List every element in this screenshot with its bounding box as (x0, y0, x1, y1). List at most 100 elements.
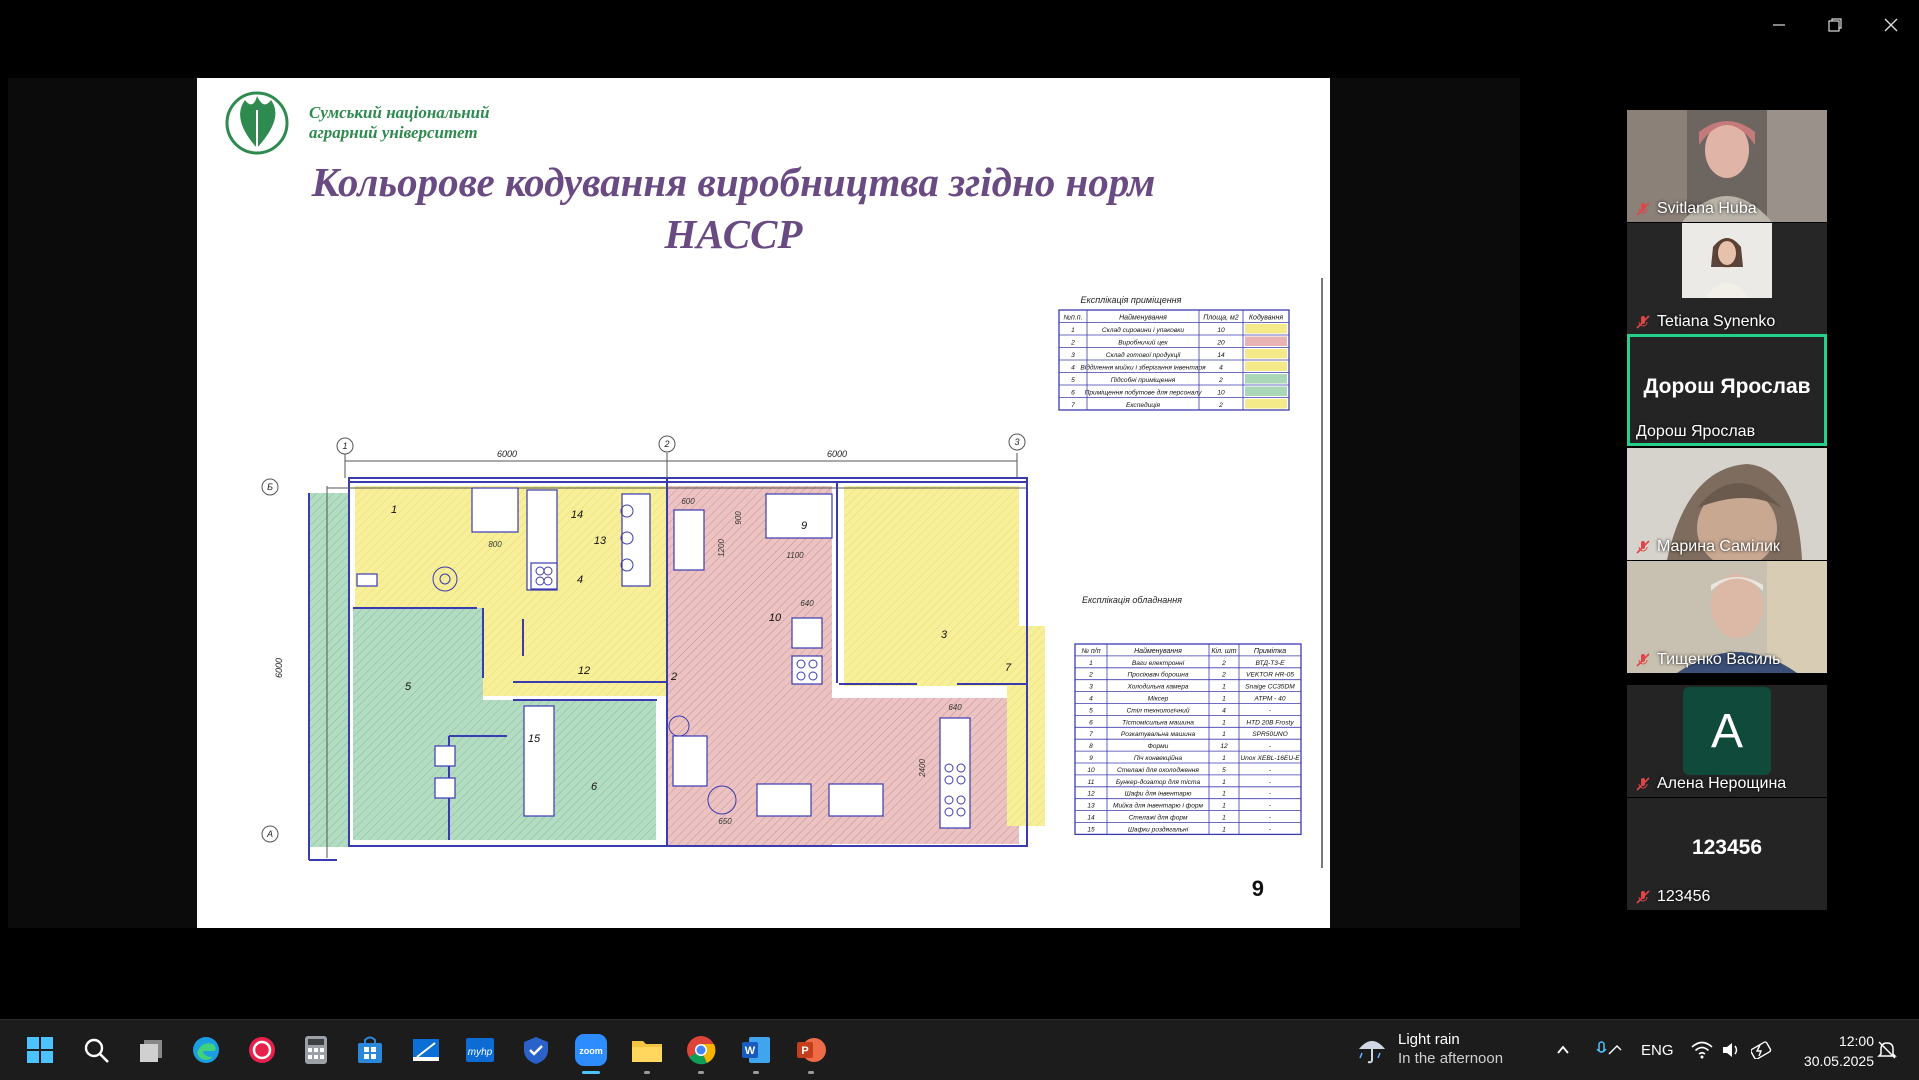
volume-button[interactable] (1721, 1020, 1741, 1080)
participant-tile[interactable]: Svitlana Huba (1627, 110, 1827, 222)
taskbar-word[interactable]: W (736, 1030, 776, 1074)
equipment-table-cell: Стелажі для охолодження (1117, 766, 1199, 774)
color-code-swatch (1245, 361, 1287, 371)
participant-avatar: A (1683, 687, 1771, 775)
taskbar-snipping-tool[interactable] (406, 1030, 446, 1070)
taskbar-file-explorer[interactable] (627, 1030, 667, 1074)
task-view-button[interactable] (132, 1030, 172, 1070)
rooms-table-cell: 10 (1217, 327, 1225, 334)
dim-top-right: 6000 (827, 449, 847, 459)
taskbar-vpn[interactable] (516, 1030, 556, 1070)
start-button[interactable] (20, 1030, 60, 1070)
weather-widget[interactable]: Light rain In the afternoon (1356, 1030, 1503, 1068)
room-label-14: 14 (571, 509, 583, 521)
mic-muted-icon (1636, 315, 1650, 329)
equipment-table-header: Кіл. шт (1211, 647, 1236, 655)
rooms-table-cell: 14 (1217, 352, 1225, 359)
close-button[interactable] (1863, 0, 1919, 50)
rain-umbrella-icon (1359, 1041, 1385, 1064)
input-language-button[interactable]: ENG (1641, 1020, 1674, 1080)
room-label-9: 9 (801, 520, 807, 532)
wifi-icon (1691, 1041, 1713, 1059)
participant-name: Алена Нерощина (1657, 775, 1787, 792)
axis-b: Б (267, 482, 273, 492)
equipment-table-cell: 7 (1089, 731, 1093, 738)
participant-tile[interactable]: Марина Самілик (1627, 448, 1827, 560)
taskbar-recorder[interactable] (242, 1030, 282, 1070)
taskbar-calculator[interactable] (296, 1030, 336, 1070)
taskbar-chrome[interactable] (681, 1030, 721, 1074)
microphone-icon (1596, 1041, 1622, 1055)
axis-3: 3 (1014, 437, 1019, 447)
room-label-10: 10 (769, 612, 782, 624)
taskbar-powerpoint[interactable]: P (791, 1030, 831, 1074)
equipment-table-cell: 9 (1089, 755, 1093, 762)
taskbar-store[interactable] (350, 1030, 390, 1070)
shield-icon (524, 1037, 548, 1064)
equipment-table-cell: 3 (1089, 684, 1093, 691)
taskbar-myhp[interactable]: myhp (460, 1030, 500, 1070)
equipment-table-cell: ВТД-Т3-Е (1256, 660, 1286, 667)
color-code-swatch (1245, 386, 1287, 396)
rooms-table-cell: 5 (1071, 377, 1075, 384)
room-label-1: 1 (391, 504, 397, 516)
size-640-b: 640 (948, 703, 962, 712)
participant-tile-active-speaker[interactable]: Дорош Ярослав Дорош Ярослав (1627, 334, 1827, 446)
equipment-table-cell: 1 (1222, 755, 1226, 762)
powerpoint-icon: P (797, 1038, 826, 1062)
room-label-5: 5 (405, 681, 412, 693)
room-label-4: 4 (577, 574, 583, 586)
room-label-7: 7 (1005, 662, 1012, 674)
svg-text:myhp: myhp (468, 1047, 493, 1058)
equipment-table-cell: 5 (1089, 707, 1093, 714)
equipment-table-cell: 1 (1222, 684, 1226, 691)
show-hidden-icons-button[interactable] (1555, 1020, 1571, 1080)
task-view-icon (140, 1040, 162, 1062)
rooms-table-cell: 4 (1071, 365, 1075, 372)
running-indicator (698, 1071, 704, 1074)
equipment-table-header: Примітка (1254, 647, 1286, 655)
microphone-tray-button[interactable] (1595, 1020, 1623, 1080)
room-label-15: 15 (528, 733, 541, 745)
network-button[interactable] (1691, 1020, 1713, 1080)
mic-muted-icon (1636, 202, 1650, 216)
equipment-table-cell: 1 (1222, 696, 1226, 703)
restore-button[interactable] (1807, 0, 1863, 50)
battery-button[interactable] (1751, 1020, 1775, 1080)
taskbar-zoom[interactable]: zoom (571, 1030, 611, 1074)
chevron-up-icon (1557, 1045, 1569, 1054)
participant-name: Svitlana Huba (1657, 200, 1757, 217)
equipment-table-cell: 14 (1087, 815, 1095, 822)
window-controls (1751, 0, 1919, 50)
rooms-table-cell: Склад сировини і упаковки (1102, 326, 1184, 334)
rooms-table-cell: Склад готової продукції (1106, 351, 1182, 359)
minimize-button[interactable] (1751, 0, 1807, 50)
search-button[interactable] (76, 1030, 116, 1070)
room-label-13: 13 (594, 535, 607, 547)
size-900: 900 (734, 511, 743, 525)
notifications-button[interactable] (1877, 1020, 1897, 1080)
participant-tile[interactable]: 123456 123456 (1627, 798, 1827, 910)
slide-page-number: 9 (1251, 876, 1264, 901)
taskbar-edge[interactable] (186, 1030, 226, 1070)
equipment-table-cell: 2 (1221, 672, 1226, 679)
dim-top-left: 6000 (497, 449, 517, 459)
clock[interactable]: 12:00 30.05.2025 (1790, 1031, 1874, 1071)
size-2400: 2400 (918, 759, 927, 778)
participant-tile[interactable]: Тищенко Василь (1627, 561, 1827, 673)
axis-1: 1 (342, 441, 347, 451)
equipment-table-cell: 2 (1221, 660, 1226, 667)
rooms-table-cell: 3 (1071, 352, 1075, 359)
rooms-table-cell: 7 (1071, 402, 1075, 409)
participant-tile[interactable]: A Алена Нерощина (1627, 685, 1827, 797)
equipment-table-cell: Шафки роздягальні (1128, 825, 1189, 833)
word-icon: W (742, 1037, 770, 1063)
rooms-table-cell: Експедиція (1126, 401, 1161, 409)
equipment-table: № п/п Найменування Кіл. шт Примітка 1 Ваги ел… (1074, 643, 1302, 836)
restore-icon (1828, 18, 1842, 32)
color-code-swatch (1245, 324, 1287, 334)
participant-tile[interactable]: Tetiana Synenko (1627, 223, 1827, 335)
participant-name: Tetiana Synenko (1657, 313, 1776, 330)
participant-name: Дорош Ярослав (1636, 423, 1756, 440)
close-icon (1884, 18, 1898, 32)
